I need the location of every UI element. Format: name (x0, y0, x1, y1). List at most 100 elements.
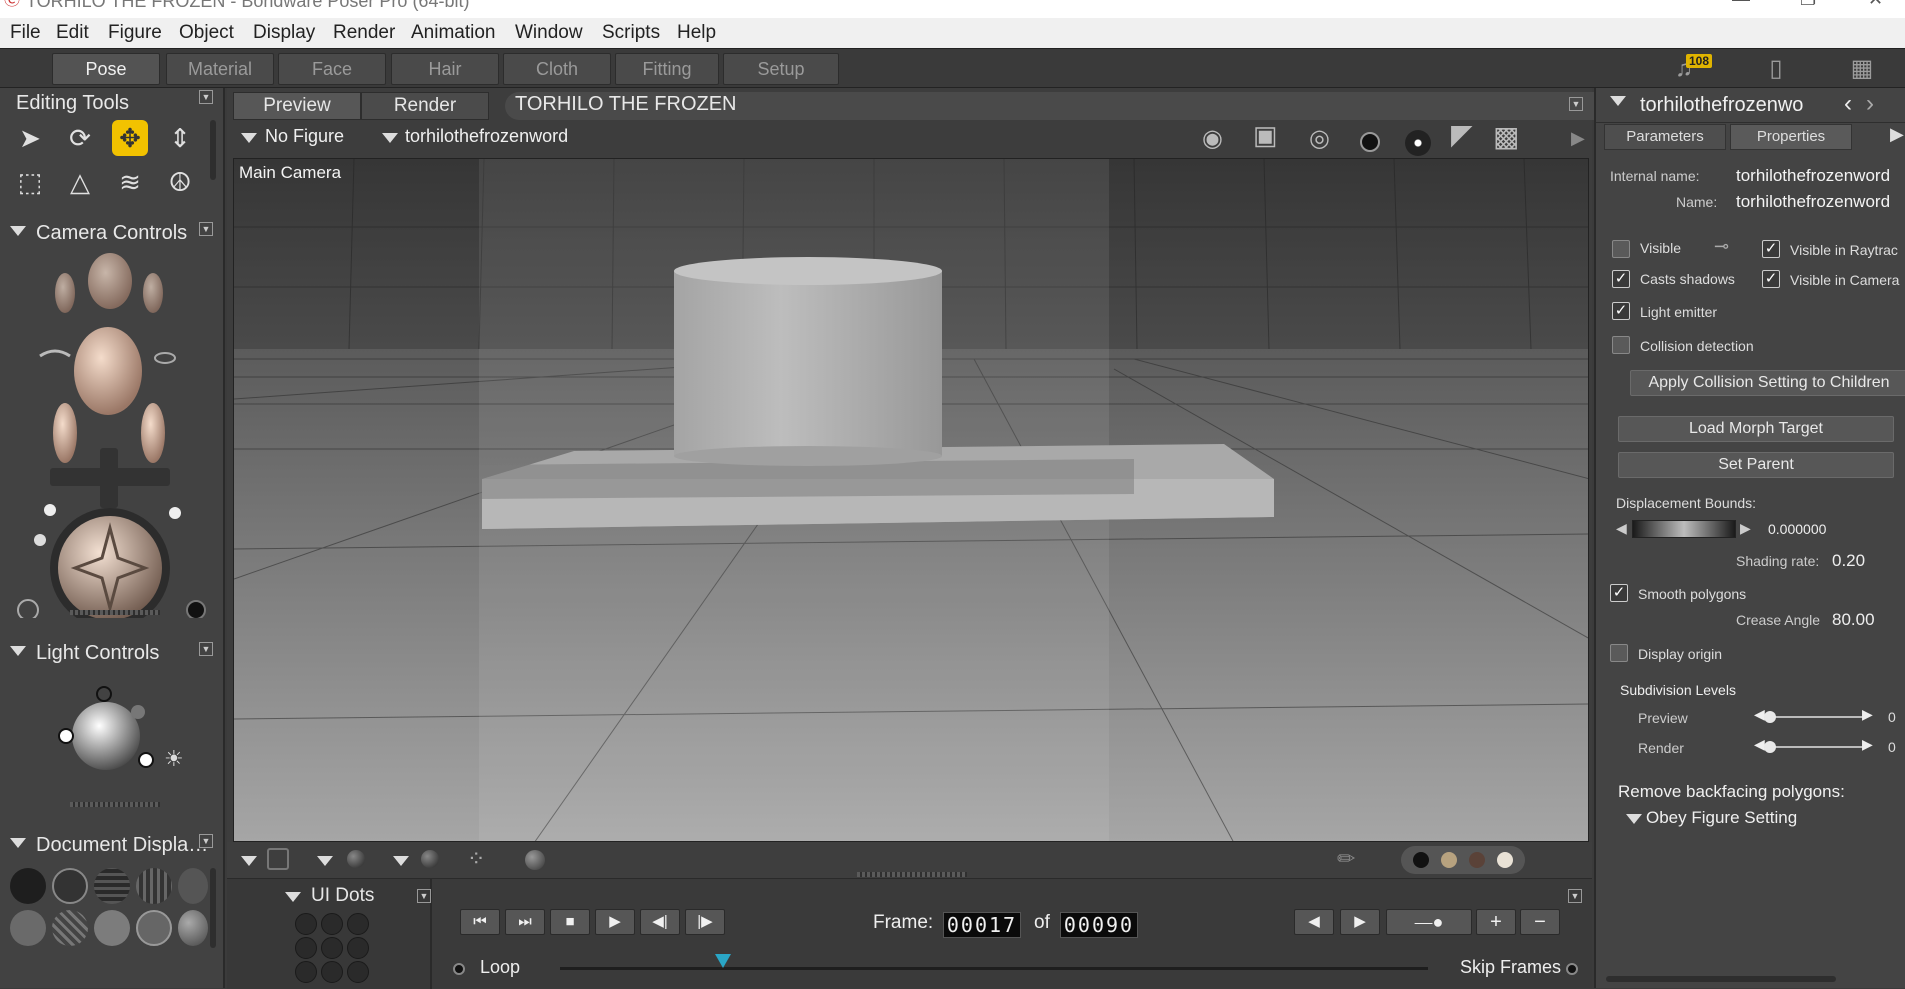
stop-button[interactable]: ■ (550, 909, 590, 935)
tab-parameters[interactable]: Parameters (1604, 124, 1726, 150)
menu-animation[interactable]: Animation (411, 22, 496, 44)
casts-shadows-checkbox[interactable]: ✓ (1612, 270, 1630, 288)
collapse-arrow-icon[interactable] (1610, 96, 1626, 106)
next-key-button[interactable]: ▶ (1340, 909, 1380, 935)
ui-dot[interactable] (295, 937, 317, 959)
document-display-menu-icon[interactable]: ▼ (199, 834, 213, 848)
ui-dot[interactable] (321, 937, 343, 959)
go-to-end-button[interactable]: ⏭ (505, 909, 545, 935)
actor-dropdown-arrow-icon[interactable] (382, 133, 398, 143)
collapse-arrow-icon[interactable] (10, 646, 26, 656)
display-style-wireframe[interactable] (94, 868, 130, 904)
chat-icon[interactable]: ▯ (1760, 55, 1792, 83)
go-to-start-button[interactable]: ⏮ (460, 909, 500, 935)
subdiv-render-slider[interactable] (1764, 746, 1864, 748)
visible-raytrace-checkbox[interactable]: ✓ (1762, 240, 1780, 258)
scale-tool-icon[interactable]: ⬚ (12, 164, 48, 200)
menu-display[interactable]: Display (253, 22, 315, 44)
camera-controls-menu-icon[interactable]: ▼ (199, 222, 213, 236)
bg-color-tan[interactable] (1441, 852, 1457, 868)
figure-style-dropdown-arrow-icon[interactable] (317, 856, 333, 866)
figure-style-icon[interactable] (347, 850, 365, 868)
total-frames-field[interactable]: 00090 (1060, 912, 1138, 938)
next-frame-button[interactable]: |▶ (685, 909, 725, 935)
hierarchy-icon[interactable]: ⁘ (467, 846, 485, 872)
properties-scrollbar[interactable] (1606, 976, 1836, 982)
bg-color-white[interactable] (1497, 852, 1513, 868)
document-menu-icon[interactable]: ▼ (1569, 97, 1583, 111)
close-icon[interactable]: ✕ (1868, 0, 1883, 8)
panel-resize-handle[interactable] (70, 610, 160, 615)
slider-right-arrow-icon[interactable]: ▶ (1862, 706, 1873, 723)
play-button[interactable]: ▶ (595, 909, 635, 935)
lighting-toggle-icon[interactable] (1405, 130, 1431, 156)
translate-in-out-tool-icon[interactable]: ⇕ (162, 120, 198, 156)
depth-cue-icon[interactable] (525, 850, 545, 870)
collapse-arrow-icon[interactable] (285, 892, 301, 902)
loop-radio[interactable] (453, 963, 465, 975)
light-emitter-checkbox[interactable]: ✓ (1612, 302, 1630, 320)
subdiv-preview-knob[interactable] (1764, 711, 1776, 723)
timeline-resize-handle[interactable] (857, 872, 967, 877)
display-dropdown-arrow-icon[interactable] (241, 856, 257, 866)
display-style-flat-lined[interactable] (52, 910, 88, 946)
slider-left-arrow-icon[interactable]: ◀ (1754, 736, 1765, 753)
display-style-lit-wireframe[interactable] (178, 868, 208, 904)
figure-circle-icon[interactable]: ▩ (1493, 120, 1519, 153)
set-parent-button[interactable]: Set Parent (1618, 452, 1894, 478)
panel-resize-handle[interactable] (70, 802, 160, 807)
menu-object[interactable]: Object (179, 22, 234, 44)
3d-viewport[interactable]: Main Camera (233, 158, 1589, 842)
apply-collision-button[interactable]: Apply Collision Setting to Children (1630, 370, 1905, 396)
display-style-texture-shaded[interactable] (178, 910, 208, 946)
bg-color-brown[interactable] (1469, 852, 1485, 868)
key-button[interactable]: ⎯⎯● (1386, 909, 1472, 935)
visible-checkbox[interactable] (1612, 240, 1630, 258)
add-key-button[interactable]: + (1476, 909, 1516, 935)
collision-detection-checkbox[interactable] (1612, 336, 1630, 354)
tab-properties[interactable]: Properties (1730, 124, 1852, 150)
camera-fly-icon[interactable]: ◎ (1309, 124, 1330, 153)
tab-cloth[interactable]: Cloth (503, 53, 611, 85)
figure-select[interactable]: No Figure (265, 126, 344, 147)
twist-tool-icon[interactable]: ≋ (112, 164, 148, 200)
menu-window[interactable]: Window (515, 22, 583, 44)
subdiv-preview-slider[interactable] (1764, 716, 1864, 718)
menu-file[interactable]: File (10, 22, 41, 44)
display-origin-checkbox[interactable] (1610, 644, 1628, 662)
animation-menu-icon[interactable]: ▼ (1568, 889, 1582, 903)
name-field[interactable]: torhilothefrozenword (1736, 192, 1890, 212)
tab-pose[interactable]: Pose (52, 53, 160, 85)
timeline-track[interactable] (560, 967, 1428, 970)
visible-camera-checkbox[interactable]: ✓ (1762, 270, 1780, 288)
camera-controls-widget[interactable] (10, 248, 215, 618)
editing-tools-header[interactable]: Editing Tools (0, 88, 225, 118)
key-icon[interactable]: ⊸ (1714, 236, 1729, 257)
camera-controls-header[interactable]: Camera Controls (0, 218, 225, 248)
prev-actor-icon[interactable]: ‹ (1844, 90, 1852, 118)
taper-tool-icon[interactable]: △ (62, 164, 98, 200)
rotate-tool-icon[interactable]: ⟳ (62, 120, 98, 156)
smooth-polygons-checkbox[interactable]: ✓ (1610, 584, 1628, 602)
actor-select[interactable]: torhilothefrozenword (405, 126, 568, 147)
tab-render[interactable]: Render (361, 92, 489, 120)
figure-dropdown-arrow-icon[interactable] (241, 133, 257, 143)
load-morph-target-button[interactable]: Load Morph Target (1618, 416, 1894, 442)
shading-rate-value[interactable]: 0.20 (1832, 551, 1865, 571)
light-sphere-widget[interactable]: ☀ (50, 678, 200, 788)
editing-tools-menu-icon[interactable]: ▼ (199, 90, 213, 104)
tab-face[interactable]: Face (278, 53, 386, 85)
ui-dot[interactable] (295, 961, 317, 983)
light-controls-header[interactable]: Light Controls (0, 638, 225, 668)
collapse-arrow-icon[interactable] (10, 838, 26, 848)
camera-label[interactable]: Main Camera (239, 163, 341, 183)
select-tool-icon[interactable]: ➤ (12, 120, 48, 156)
shadow-toggle-icon[interactable] (1360, 132, 1380, 152)
light-controls-menu-icon[interactable]: ▼ (199, 642, 213, 656)
ui-dot[interactable] (347, 937, 369, 959)
skip-frames-radio[interactable] (1566, 963, 1578, 975)
tab-material[interactable]: Material (166, 53, 274, 85)
slider-left-arrow-icon[interactable]: ◀ (1754, 706, 1765, 723)
tab-fitting[interactable]: Fitting (615, 53, 719, 85)
menu-edit[interactable]: Edit (56, 22, 89, 44)
